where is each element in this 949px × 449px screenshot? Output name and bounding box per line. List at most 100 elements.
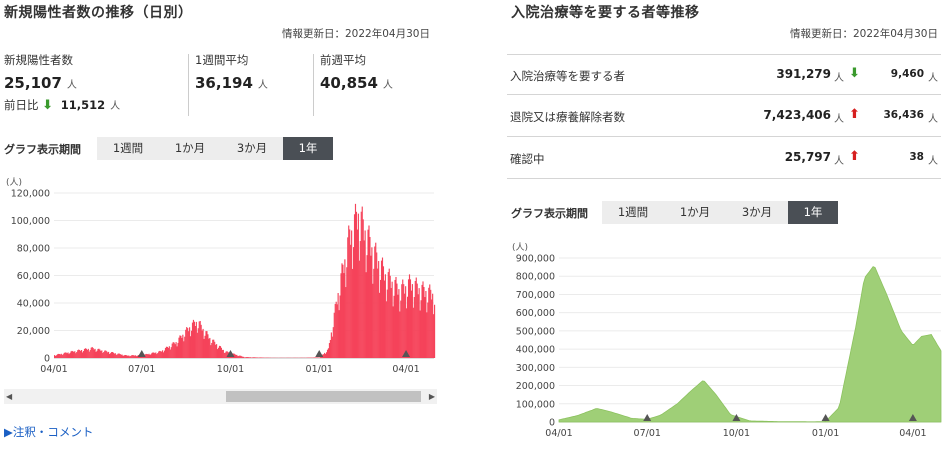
y-axis-unit: (人) [512, 242, 528, 253]
row-diff-unit: 人 [928, 73, 938, 84]
y-tick-label: 40,000 [17, 299, 50, 310]
stat-value: 40,854 [320, 74, 378, 92]
tab-1-month[interactable]: 1か月 [159, 137, 221, 160]
hospitalization-chart: (人) 0 100,000 200,000 300,000 400,000 500,000 6… [512, 242, 942, 439]
x-tick-label: 07/01 [634, 428, 661, 439]
x-tick-label: 01/01 [812, 428, 839, 439]
new-cases-title: 新規陽性者数の推移（日別） [4, 5, 193, 21]
arrow-down-icon: ⬇ [849, 66, 860, 81]
hospitalization-panel: 入院治療等を要する者等推移 情報更新日：2022年04月30日 入院治療等を要す… [507, 0, 949, 449]
triangle-up-icon [137, 350, 146, 357]
arrow-up-icon: ⬆ [849, 149, 860, 164]
stat-prev-week-avg: 前週平均 40,854 人 [320, 52, 393, 92]
graph-period-label: グラフ表示期間 [4, 143, 81, 156]
tab-1-year[interactable]: 1年 [283, 137, 333, 160]
tab-1-week[interactable]: 1週間 [602, 201, 664, 224]
x-tick-label: 10/01 [723, 428, 750, 439]
stat-value: 25,107 [4, 74, 62, 92]
series [54, 203, 436, 358]
period-tabs: 1週間 1か月 3か月 1年 [602, 201, 838, 224]
y-tick-label: 300,000 [516, 363, 555, 374]
area [558, 266, 942, 423]
y-tick-label: 200,000 [516, 381, 555, 392]
y-tick-label: 600,000 [516, 308, 555, 319]
new-cases-updated: 情報更新日：2022年04月30日 [282, 28, 430, 40]
row-label: 入院治療等を要する者 [510, 69, 625, 83]
arrow-up-icon: ⬆ [849, 107, 860, 122]
chevron-left-icon[interactable]: ◀ [6, 391, 12, 402]
scrollbar-thumb[interactable] [226, 391, 421, 402]
day-over-day: 前日比 ⬇ 11,512 人 [4, 97, 120, 113]
y-tick-label: 400,000 [516, 345, 555, 356]
stat-unit: 人 [257, 80, 268, 91]
y-tick-label: 80,000 [17, 244, 50, 255]
row-discharged: 退院又は療養解除者数 7,423,406 人 ⬆ 36,436 人 [507, 96, 941, 137]
tab-1-year[interactable]: 1年 [788, 201, 838, 224]
diff-value: 11,512 [60, 98, 106, 112]
row-value: 391,279 [776, 67, 831, 81]
stat-label: 1週間平均 [195, 53, 249, 67]
x-tick-label: 04/01 [899, 428, 926, 439]
y-tick-label: 100,000 [11, 216, 50, 227]
row-label: 退院又は療養解除者数 [510, 110, 625, 124]
tab-3-months[interactable]: 3か月 [221, 137, 283, 160]
row-unit: 人 [834, 114, 844, 125]
y-tick-label: 0 [549, 418, 555, 429]
row-label: 確認中 [510, 152, 545, 166]
y-tick-label: 100,000 [516, 399, 555, 410]
row-diff: 9,460 [890, 68, 924, 80]
y-tick-label: 900,000 [516, 254, 555, 265]
series [558, 266, 942, 423]
arrow-down-icon: ⬇ [42, 98, 54, 113]
y-tick-label: 500,000 [516, 326, 555, 337]
tab-3-months[interactable]: 3か月 [726, 201, 788, 224]
row-value: 7,423,406 [763, 108, 831, 122]
graph-period-label: グラフ表示期間 [511, 207, 588, 220]
row-diff: 38 [909, 151, 924, 163]
tab-1-week[interactable]: 1週間 [97, 137, 159, 160]
chart-scrollbar[interactable]: ◀ ▶ [4, 389, 437, 404]
stat-unit: 人 [382, 80, 393, 91]
stat-new-cases: 新規陽性者数 25,107 人 [4, 52, 77, 92]
row-value: 25,797 [784, 150, 831, 164]
y-tick-label: 20,000 [17, 326, 50, 337]
row-confirming: 確認中 25,797 人 ⬆ 38 人 [507, 138, 941, 179]
x-tick-label: 04/01 [392, 364, 419, 375]
stat-label: 前週平均 [320, 53, 366, 67]
row-requiring-treatment: 入院治療等を要する者 391,279 人 ⬇ 9,460 人 [507, 54, 941, 95]
new-cases-panel: 新規陽性者数の推移（日別） 情報更新日：2022年04月30日 新規陽性者数 2… [0, 0, 440, 449]
stat-value: 36,194 [195, 74, 253, 92]
triangle-up-icon [643, 414, 652, 421]
y-tick-label: 700,000 [516, 290, 555, 301]
diff-label: 前日比 [4, 98, 39, 112]
stat-divider [313, 54, 314, 116]
stat-label: 新規陽性者数 [4, 53, 73, 67]
y-axis-unit: (人) [6, 177, 22, 188]
y-tick-label: 0 [44, 354, 50, 365]
x-tick-label: 07/01 [128, 364, 155, 375]
period-tabs: 1週間 1か月 3か月 1年 [97, 137, 333, 160]
row-unit: 人 [834, 73, 844, 84]
new-cases-chart: (人) 0 20,000 40,000 60,000 80,000 100,000 120,0… [6, 177, 436, 375]
bar [434, 304, 436, 358]
chevron-right-icon[interactable]: ▶ [429, 391, 435, 402]
x-tick-label: 04/01 [40, 364, 67, 375]
notes-comments-link[interactable]: ▶注釈・コメント [4, 424, 93, 440]
row-diff-unit: 人 [928, 114, 938, 125]
y-tick-label: 800,000 [516, 272, 555, 283]
diff-unit: 人 [110, 101, 121, 112]
x-tick-label: 10/01 [217, 364, 244, 375]
x-tick-label: 01/01 [306, 364, 333, 375]
row-diff-unit: 人 [928, 156, 938, 167]
hospitalization-updated: 情報更新日：2022年04月30日 [790, 28, 938, 40]
y-tick-label: 60,000 [17, 271, 50, 282]
stat-unit: 人 [66, 80, 77, 91]
hospitalization-title: 入院治療等を要する者等推移 [511, 5, 700, 21]
x-tick-label: 04/01 [545, 428, 572, 439]
row-diff: 36,436 [883, 109, 924, 121]
row-unit: 人 [834, 156, 844, 167]
tab-1-month[interactable]: 1か月 [664, 201, 726, 224]
stat-weekly-avg: 1週間平均 36,194 人 [195, 52, 268, 92]
y-tick-label: 120,000 [11, 189, 50, 200]
triangle-up-icon [315, 350, 324, 357]
